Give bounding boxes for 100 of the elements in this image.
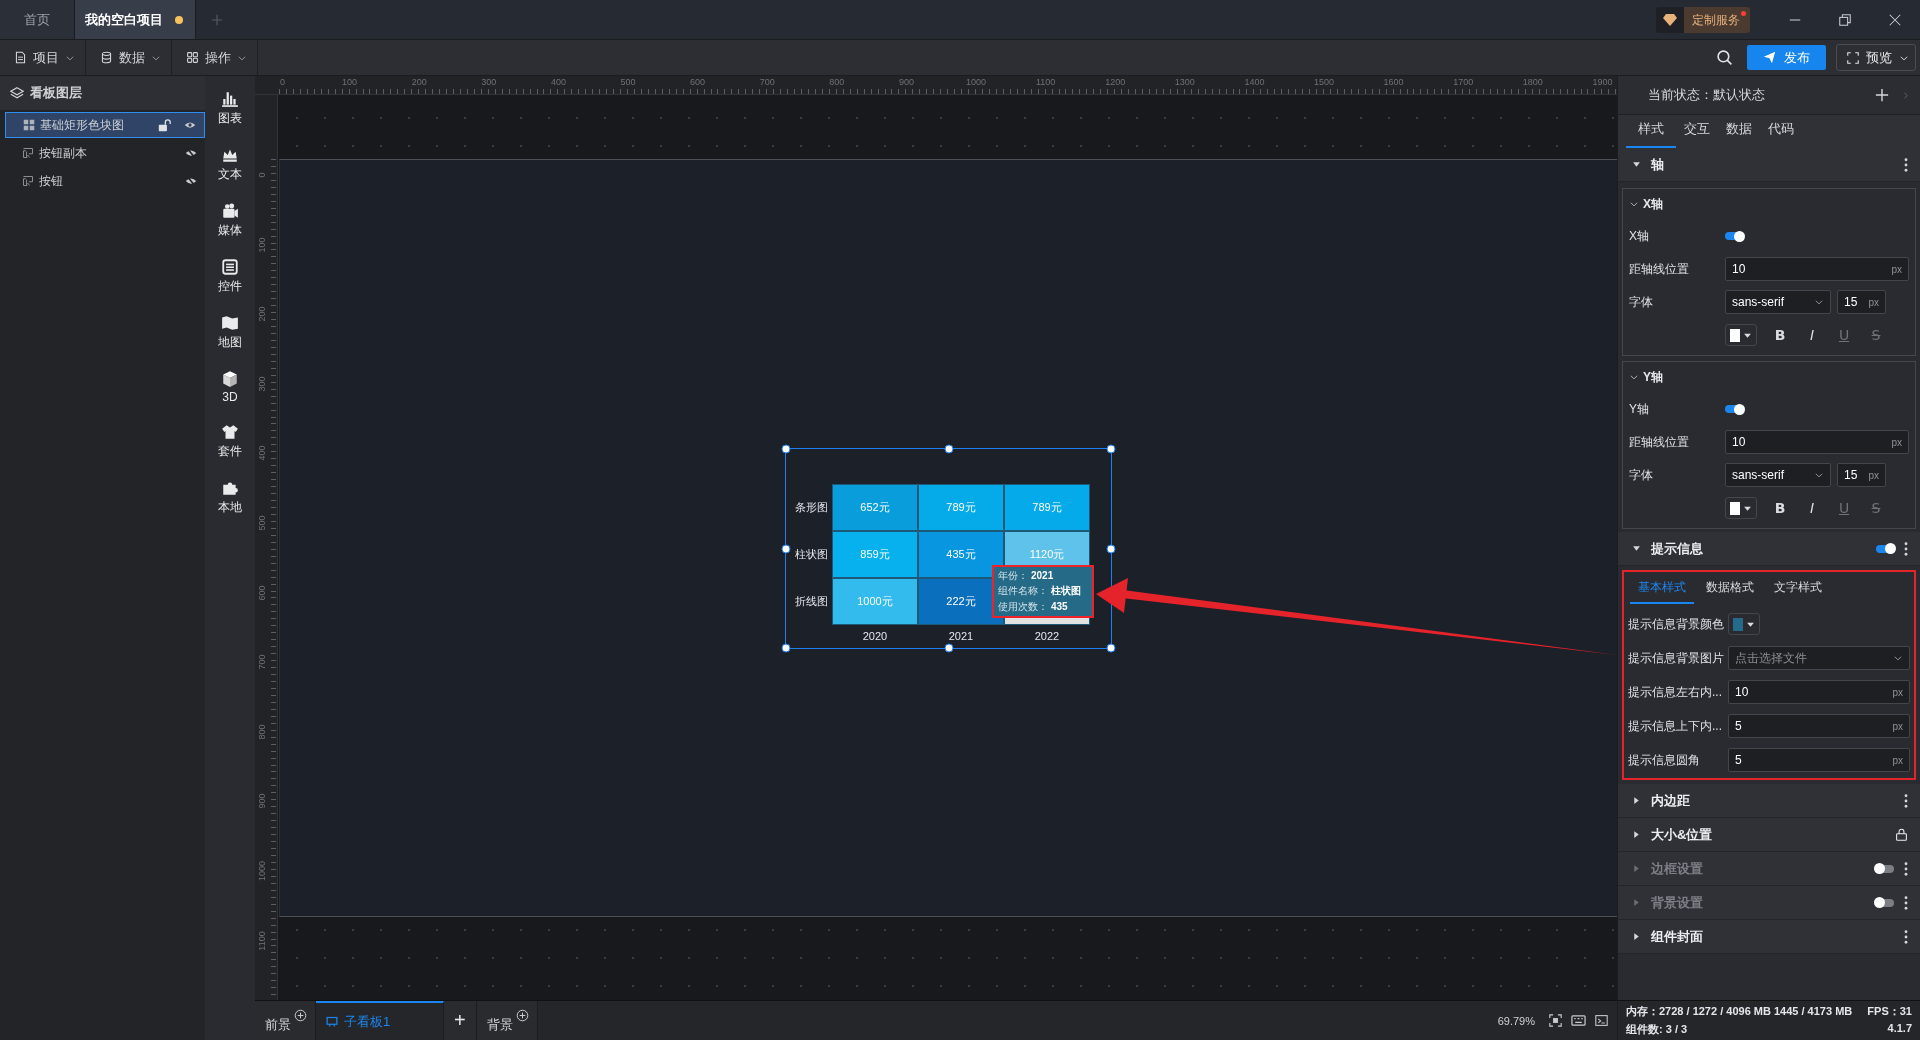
color-picker[interactable] [1728,613,1760,635]
component-count: 组件数: 3 / 3 [1626,1021,1688,1037]
color-picker[interactable] [1725,324,1757,346]
resize-handle[interactable] [781,444,791,454]
triangle-down-icon[interactable] [1632,160,1641,169]
ruler-label: 1200 [1105,77,1126,87]
caret-icon[interactable] [1629,372,1639,382]
number-field[interactable]: 10 px [1725,257,1909,281]
toggle-switch[interactable] [1876,544,1894,553]
unlock-icon[interactable] [158,118,171,132]
resize-handle[interactable] [944,444,953,454]
triangle-right-icon[interactable] [1632,932,1641,941]
eye-icon[interactable] [184,119,196,131]
number-field[interactable]: 10 px [1725,430,1909,454]
section-title[interactable]: 组件封面 [1651,927,1703,946]
menu-button[interactable]: 项目 [0,40,86,75]
triangle-right-icon[interactable] [1632,796,1641,805]
format-button[interactable]: B [1767,327,1793,343]
board-tab[interactable]: 背景 [476,1001,538,1040]
triangle-down-icon[interactable] [1632,544,1641,553]
ruler-label: 200 [411,77,427,87]
restore-icon[interactable] [1838,12,1852,27]
section-title[interactable]: 内边距 [1651,791,1690,810]
add-icon[interactable] [1875,88,1889,102]
resize-handle[interactable] [781,643,791,653]
more-icon[interactable] [1904,541,1908,556]
ruler-label: 500 [257,514,268,533]
search-icon[interactable] [1716,49,1733,66]
tab[interactable]: 代码 [1760,120,1802,148]
keyboard-icon[interactable] [1571,1013,1586,1028]
eye-slash-icon[interactable] [185,175,197,187]
add-board-button[interactable]: + [444,1001,477,1040]
resize-handle[interactable] [1106,544,1116,553]
format-button[interactable]: I [1799,500,1825,516]
field-label: 距轴线位置 [1629,260,1690,278]
component-button[interactable]: 图表 [210,90,250,127]
toggle-switch[interactable] [1725,405,1743,413]
triangle-right-icon[interactable] [1632,830,1641,839]
axis-label: 2022 [1033,629,1061,644]
document-tab[interactable]: 首页 [0,0,75,39]
size-field[interactable]: 15 px [1837,290,1886,314]
tab[interactable]: 文字样式 [1766,579,1830,604]
layer-item[interactable]: 按钮 [5,168,205,194]
caret-icon[interactable] [1629,199,1639,209]
eye-slash-icon[interactable] [185,147,197,159]
tab[interactable]: 数据 [1718,120,1760,148]
component-button[interactable]: 媒体 [210,202,250,239]
size-field[interactable]: 15 px [1837,463,1886,487]
layer-item[interactable]: 按钮副本 [5,140,205,166]
color-picker[interactable] [1725,497,1757,519]
font-dropdown[interactable]: sans-serif [1725,463,1831,487]
section-title[interactable]: 提示信息 [1651,539,1703,558]
service-button[interactable]: 定制服务 [1656,6,1750,33]
list-card-icon [221,258,239,276]
diamond-icon [1662,11,1678,28]
resize-handle[interactable] [1106,444,1116,454]
menu-button[interactable]: 数据 [86,40,172,75]
resize-handle[interactable] [781,544,791,553]
preview-button[interactable]: 预览 [1836,44,1916,71]
resize-handle[interactable] [944,643,953,653]
field-label: X轴 [1629,227,1650,245]
caret-icon [1893,653,1903,663]
document-tab[interactable]: 我的空白项目 [75,0,196,39]
tab[interactable]: 交互 [1676,120,1718,148]
number-field[interactable]: 5 px [1728,714,1910,738]
number-field[interactable]: 10 px [1728,680,1910,704]
board-tab[interactable]: 前景 [255,1001,316,1040]
board-tab[interactable]: 子看板1 [316,1001,444,1040]
terminal-icon[interactable] [1595,1014,1608,1027]
resize-handle[interactable] [1106,643,1116,653]
fit-screen-icon[interactable] [1549,1014,1562,1027]
tab[interactable]: 基本样式 [1630,579,1694,604]
more-icon[interactable] [1904,157,1908,172]
font-dropdown[interactable]: sans-serif [1725,290,1831,314]
component-button[interactable]: 控件 [210,258,250,295]
section-title[interactable]: 大小&位置 [1651,825,1713,844]
version-label: 4.1.7 [1887,1021,1912,1036]
component-button[interactable]: 3D [210,370,250,404]
button-icon [22,147,34,159]
toggle-switch[interactable] [1725,232,1743,240]
more-icon[interactable] [1904,929,1908,944]
tab[interactable]: 数据格式 [1698,579,1762,604]
ruler-label: 800 [829,77,845,87]
close-icon[interactable] [1888,12,1902,27]
menu-button[interactable]: 操作 [172,40,258,75]
component-button[interactable]: 文本 [210,146,250,183]
component-button[interactable]: 套件 [210,423,250,460]
layer-item[interactable]: 基础矩形色块图 [5,112,205,138]
publish-button[interactable]: 发布 [1747,45,1826,70]
number-field[interactable]: 5 px [1728,748,1910,772]
format-button[interactable]: B [1767,500,1793,516]
component-button[interactable]: 地图 [210,314,250,351]
more-icon[interactable] [1904,793,1908,808]
format-button[interactable]: I [1799,327,1825,343]
ruler-label: 400 [257,444,268,463]
lock-icon[interactable] [1895,828,1908,841]
section-title[interactable]: 轴 [1651,155,1664,174]
file-dropdown[interactable]: 点击选择文件 [1728,646,1910,670]
memory-usage: 内存：2728 / 1272 / 4096 MB 1445 / 4173 MB [1626,1004,1853,1020]
component-button[interactable]: 本地 [210,479,250,516]
